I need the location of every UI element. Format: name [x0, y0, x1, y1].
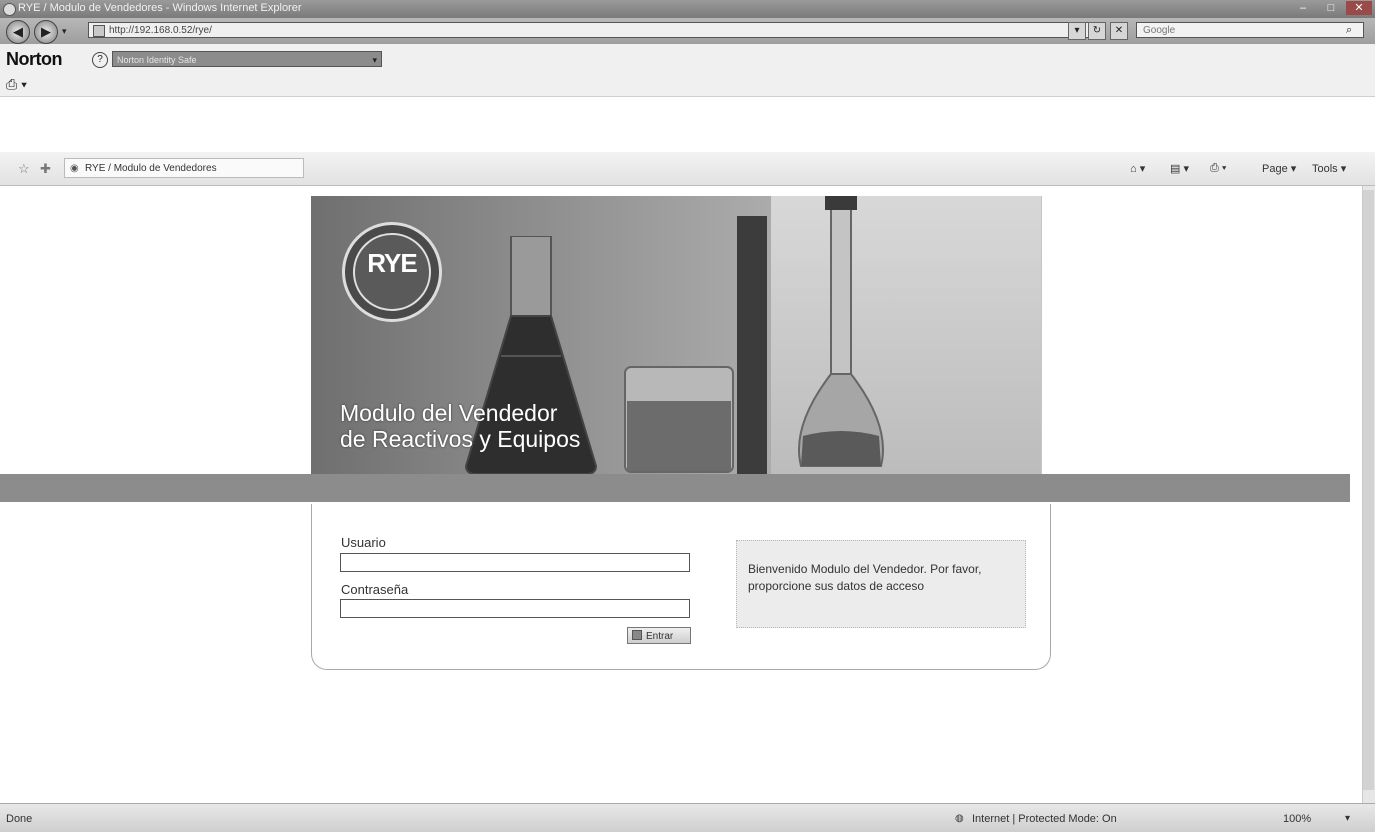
address-dropdown-icon[interactable]: ▾ — [1068, 22, 1086, 40]
stop-button[interactable]: ✕ — [1110, 22, 1128, 40]
beaker-image — [624, 366, 734, 473]
welcome-message: Bienvenido Modulo del Vendedor. Por favo… — [748, 562, 982, 593]
norton-toolbar: Norton ? Norton Identity Safe ▾ ⎙ ▾ — [0, 44, 1375, 97]
toolbar-print-icon[interactable]: ⎙ ▾ — [6, 76, 27, 93]
page-icon — [93, 25, 105, 37]
volumetric-flask-image — [798, 196, 884, 467]
address-row: ◀ ▶ ▾ http://192.168.0.52/rye/ ▾ ↻ ✕ Goo… — [0, 18, 1375, 44]
recent-pages-dropdown-icon[interactable]: ▾ — [62, 26, 67, 37]
tab-rye-modulo[interactable]: RYE / Modulo de Vendedores — [64, 158, 304, 178]
print-menu-icon[interactable]: ⎙ ▾ — [1210, 162, 1226, 175]
forward-button[interactable]: ▶ — [34, 20, 58, 44]
ie-app-icon — [3, 3, 16, 16]
close-button[interactable]: ✕ — [1346, 1, 1372, 15]
chevron-down-icon: ▾ — [372, 55, 377, 65]
status-text: Done — [6, 813, 33, 825]
password-input[interactable] — [340, 599, 690, 618]
norton-logo: Norton — [6, 49, 62, 69]
norton-dropdown-value: Norton Identity Safe — [117, 55, 197, 65]
status-bar: Done ◍ Internet | Protected Mode: On 100… — [0, 803, 1375, 832]
globe-icon: ◍ — [955, 813, 964, 824]
home-menu-icon[interactable]: ⌂ ▾ — [1130, 162, 1145, 175]
minimize-button[interactable]: – — [1290, 1, 1316, 15]
zoom-dropdown-icon[interactable]: ▾ — [1345, 813, 1350, 824]
favorites-star-icon[interactable]: ☆ — [18, 161, 30, 177]
title-bar: RYE / Modulo de Vendedores - Windows Int… — [0, 0, 1375, 18]
search-input[interactable]: Google — [1136, 22, 1364, 38]
tab-page-icon: ◉ — [70, 163, 79, 174]
scrollbar-thumb[interactable] — [1363, 190, 1374, 790]
maximize-button[interactable]: □ — [1318, 1, 1344, 15]
norton-help-icon[interactable]: ? — [92, 52, 108, 68]
key-icon — [632, 630, 642, 640]
username-input[interactable] — [340, 553, 690, 572]
tools-menu[interactable]: Tools ▾ — [1312, 162, 1346, 175]
address-input[interactable]: http://192.168.0.52/rye/ — [88, 22, 1098, 38]
norton-identity-dropdown[interactable]: Norton Identity Safe ▾ — [112, 51, 382, 67]
test-tube-image — [737, 216, 767, 474]
add-favorites-icon[interactable]: ✚ — [40, 161, 51, 177]
search-icon[interactable]: ⌕ — [1346, 24, 1352, 37]
feeds-menu-icon[interactable]: ▤ ▾ — [1170, 162, 1189, 175]
zoom-level[interactable]: 100% — [1283, 813, 1311, 825]
security-zone[interactable]: Internet | Protected Mode: On — [972, 813, 1117, 825]
banner-title-line1: Modulo del Vendedor — [340, 400, 558, 426]
header-stripe — [0, 474, 1350, 502]
back-arrow-icon: ◀ — [13, 24, 23, 39]
forward-arrow-icon: ▶ — [41, 24, 51, 39]
refresh-button[interactable]: ↻ — [1088, 22, 1106, 40]
command-bar: ☆ ✚ RYE / Modulo de Vendedores ◉ ⌂ ▾ ▤ ▾… — [0, 152, 1375, 186]
password-label: Contraseña — [341, 582, 409, 597]
banner-title-line2: de Reactivos y Equipos — [340, 426, 581, 452]
window-title: RYE / Modulo de Vendedores - Windows Int… — [18, 2, 302, 14]
back-button[interactable]: ◀ — [6, 20, 30, 44]
rye-logo-text: RYE — [367, 248, 418, 278]
username-label: Usuario — [341, 535, 386, 550]
page-menu[interactable]: Page ▾ — [1262, 162, 1296, 175]
